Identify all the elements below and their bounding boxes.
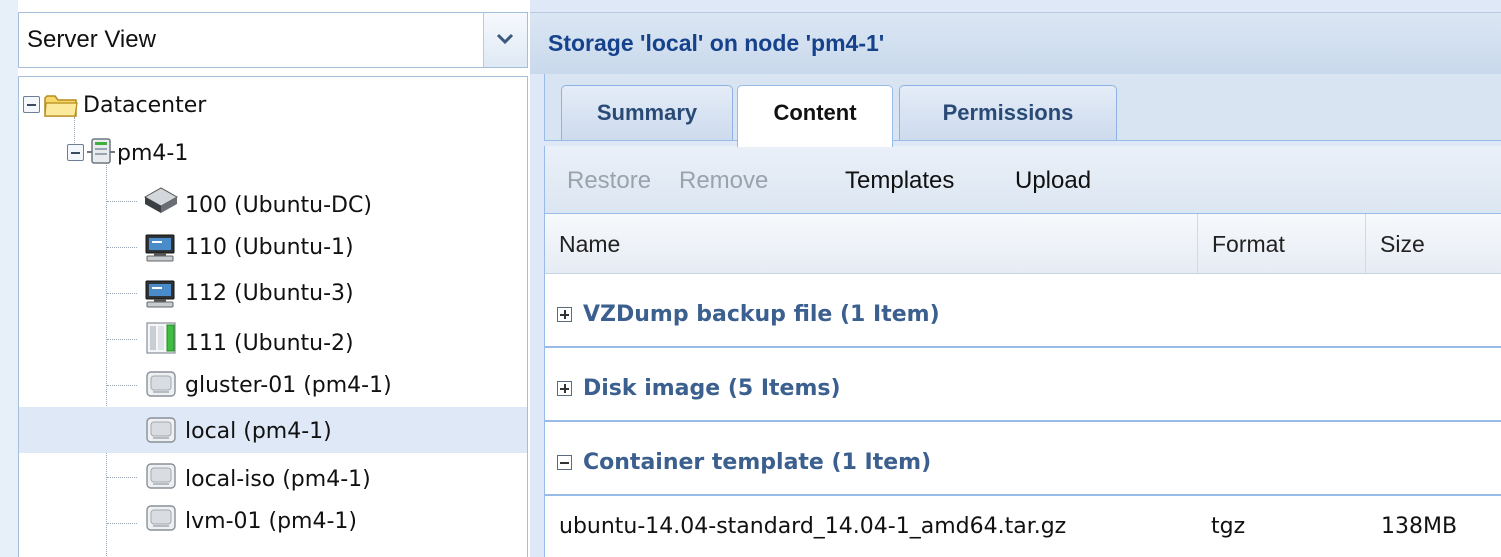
expand-icon[interactable] (557, 307, 572, 322)
storage-icon (146, 463, 176, 489)
group-row-vzdump[interactable]: VZDump backup file (1 Item) (545, 274, 1501, 348)
remove-button[interactable]: Remove (679, 167, 768, 195)
cell-format: tgz (1211, 514, 1246, 539)
tree-item-vm-110[interactable]: 110 (Ubuntu-1) (19, 227, 527, 267)
table-row[interactable]: ubuntu-14.04-standard_14.04-1_amd64.tar.… (545, 496, 1501, 557)
resource-tree-panel: Server View Datacenter pm4-1 100 (Ubuntu… (0, 0, 530, 557)
column-header-size[interactable]: Size (1365, 214, 1501, 273)
view-selector-dropdown-button[interactable] (483, 13, 527, 67)
tab-permissions[interactable]: Permissions (899, 85, 1117, 140)
server-node-icon (87, 138, 115, 164)
tree-item-label: lvm-01 (pm4-1) (185, 509, 357, 534)
tree-item-label: local (pm4-1) (185, 419, 332, 444)
grid-column-header: Name Format Size (544, 214, 1501, 274)
column-header-name[interactable]: Name (545, 214, 1197, 273)
tree-item-ct-111[interactable]: 111 (Ubuntu-2) (19, 319, 527, 359)
tree-item-label: 110 (Ubuntu-1) (185, 235, 354, 260)
storage-icon (146, 505, 176, 531)
tree-item-storage-local-iso[interactable]: local-iso (pm4-1) (19, 457, 527, 497)
group-title: Disk image (5 Items) (583, 376, 841, 401)
tree-item-storage-lvm-01[interactable]: lvm-01 (pm4-1) (19, 501, 527, 541)
resource-tree: Datacenter pm4-1 100 (Ubuntu-DC) 110 (Ub… (18, 76, 528, 557)
running-vm-icon (145, 280, 175, 308)
tree-item-label: 112 (Ubuntu-3) (185, 281, 354, 306)
group-row-container-template[interactable]: Container template (1 Item) (545, 422, 1501, 496)
folder-icon (44, 95, 78, 117)
column-label: Name (559, 231, 621, 257)
left-edge-strip (0, 0, 18, 557)
tree-item-label: pm4-1 (117, 141, 189, 166)
group-row-disk-image[interactable]: Disk image (5 Items) (545, 348, 1501, 422)
group-title: VZDump backup file (1 Item) (583, 302, 940, 327)
content-toolbar: Restore Remove Templates Upload (544, 146, 1501, 214)
templates-button[interactable]: Templates (845, 167, 954, 195)
tab-label: Summary (596, 100, 698, 125)
panel-header: Storage 'local' on node 'pm4-1' (530, 12, 1501, 74)
storage-icon (146, 371, 176, 397)
column-label: Format (1212, 231, 1285, 257)
tab-summary[interactable]: Summary (561, 85, 733, 140)
storage-content-panel: Storage 'local' on node 'pm4-1' Summary … (530, 0, 1501, 557)
tree-item-storage-gluster-01[interactable]: gluster-01 (pm4-1) (19, 365, 527, 405)
tab-label: Content (773, 100, 857, 125)
tree-item-label: gluster-01 (pm4-1) (185, 373, 392, 398)
panel-title: Storage 'local' on node 'pm4-1' (548, 30, 885, 56)
container-icon (146, 322, 176, 354)
cell-name: ubuntu-14.04-standard_14.04-1_amd64.tar.… (559, 514, 1067, 539)
collapse-toggle-icon[interactable] (67, 144, 84, 161)
content-grid: VZDump backup file (1 Item) Disk image (… (544, 274, 1501, 557)
tree-item-label: local-iso (pm4-1) (185, 467, 371, 492)
column-label: Size (1380, 231, 1425, 257)
tree-item-label: 100 (Ubuntu-DC) (185, 193, 372, 218)
view-selector[interactable]: Server View (18, 12, 528, 68)
tree-item-label: Datacenter (83, 93, 207, 118)
tree-item-label: 111 (Ubuntu-2) (185, 331, 354, 356)
tree-item-node[interactable]: pm4-1 (19, 133, 527, 173)
tree-item-storage-local[interactable]: local (pm4-1) (19, 407, 527, 453)
vm-template-icon (143, 187, 179, 213)
chevron-down-icon (497, 33, 513, 45)
restore-button[interactable]: Restore (567, 167, 651, 195)
cell-size: 138MB (1381, 514, 1458, 539)
tab-label: Permissions (942, 100, 1074, 125)
tab-content[interactable]: Content (737, 85, 893, 147)
tree-item-vm-112[interactable]: 112 (Ubuntu-3) (19, 273, 527, 313)
view-selector-value: Server View (27, 26, 156, 53)
tree-item-datacenter[interactable]: Datacenter (19, 85, 527, 125)
collapse-toggle-icon[interactable] (23, 96, 40, 113)
storage-icon (146, 417, 176, 443)
running-vm-icon (145, 234, 175, 262)
tab-bar: Summary Content Permissions (544, 74, 1501, 147)
upload-button[interactable]: Upload (1015, 167, 1091, 195)
expand-icon[interactable] (557, 381, 572, 396)
column-header-format[interactable]: Format (1197, 214, 1365, 273)
collapse-icon[interactable] (557, 455, 572, 470)
group-title: Container template (1 Item) (583, 450, 932, 475)
tree-item-vm-100[interactable]: 100 (Ubuntu-DC) (19, 181, 527, 221)
